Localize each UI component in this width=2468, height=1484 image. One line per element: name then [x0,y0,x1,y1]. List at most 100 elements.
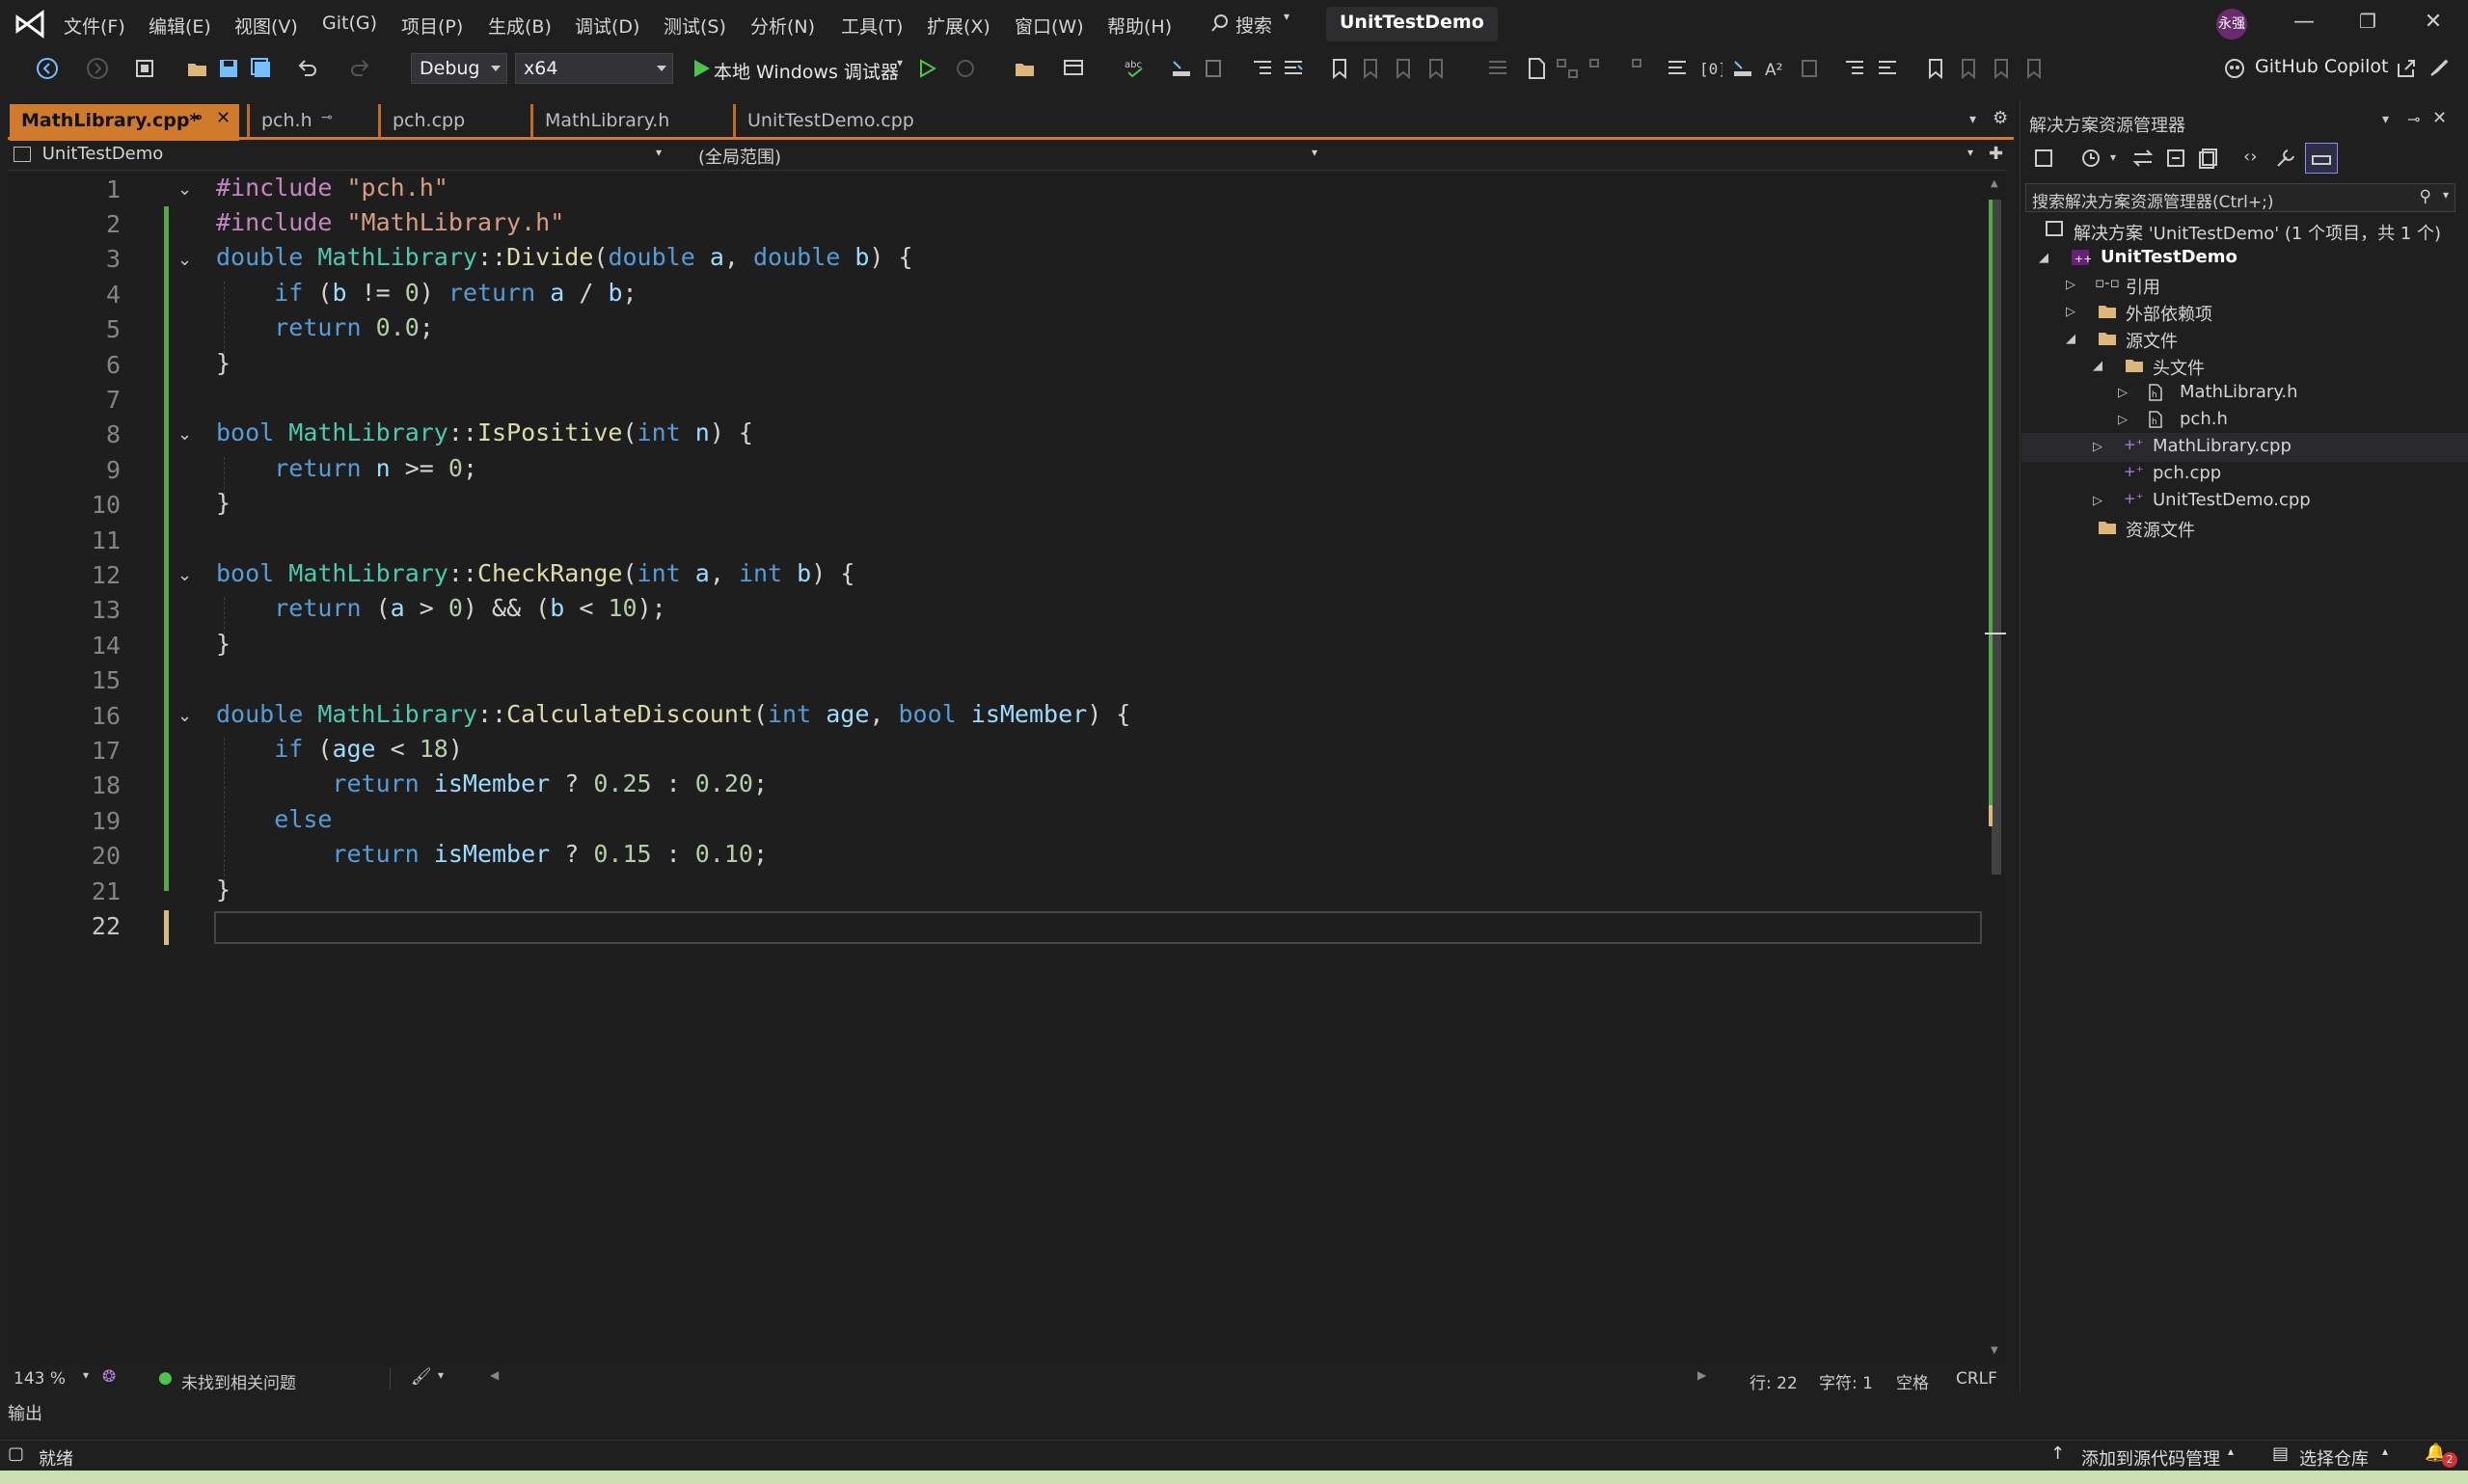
bracket-icon[interactable]: [0] [1697,56,1722,81]
chevron-down-icon[interactable]: ▾ [438,1368,444,1382]
tree-item[interactable]: UnitTestDemo.cpp [2153,490,2311,510]
collapse-icon[interactable]: ◢ [2093,359,2102,373]
solution-folder-icon[interactable] [1013,56,1038,81]
code-line[interactable]: } [216,630,231,658]
copilot-icon[interactable] [2222,56,2247,81]
code-line[interactable]: return isMember ? 0.25 : 0.20; [216,769,768,797]
collapse-icon[interactable]: ⌄ [177,179,197,200]
scroll-right-icon[interactable]: ▶ [1697,1368,1706,1382]
bookmark-clear-alt-icon[interactable] [2021,56,2047,81]
close-icon[interactable]: ✕ [2432,108,2447,128]
outdent-alt-icon[interactable] [1875,56,1900,81]
bookmark-alt-icon[interactable] [1923,56,1948,81]
menu-file[interactable]: 文件(F) [64,13,125,39]
new-project-icon[interactable] [133,56,158,81]
expand-icon[interactable]: ▷ [2118,386,2128,400]
menu-window[interactable]: 窗口(W) [1015,13,1084,39]
save-icon[interactable] [216,56,241,81]
undo-icon[interactable] [295,56,320,81]
chevron-down-icon[interactable]: ▾ [2110,150,2116,164]
diagram-alt-icon[interactable] [1587,56,1613,81]
tree-item[interactable]: 外部依赖项 [2126,301,2212,326]
prev-bookmark-icon[interactable] [1358,56,1383,81]
code-line[interactable]: } [216,489,231,517]
indent-alt-icon[interactable] [1842,56,1867,81]
run-without-debug-icon[interactable] [914,56,939,81]
code-line[interactable]: else [216,805,332,833]
comment-icon[interactable] [1485,56,1510,81]
font-size-icon[interactable]: A² [1763,56,1788,81]
solution-search-input[interactable]: 搜索解决方案资源管理器(Ctrl+;) ⚲ ▾ [2025,183,2455,212]
platform-select[interactable]: x64 [515,53,673,84]
scroll-down-icon[interactable]: ▼ [1991,1345,1998,1356]
chevron-up-icon[interactable]: ▴ [2228,1444,2234,1458]
sync-icon[interactable] [2131,147,2155,170]
chevron-down-icon[interactable]: ▾ [83,1368,89,1382]
code-line[interactable]: } [216,876,231,904]
code-line[interactable]: return 0.0; [216,313,434,341]
tree-item[interactable]: 源文件 [2126,328,2178,353]
next-bookmark-icon[interactable] [1391,56,1416,81]
bookmark-icon[interactable] [1327,56,1352,81]
configuration-select[interactable]: Debug [411,53,507,84]
collapse-icon[interactable]: ⌄ [177,250,197,270]
tab-unittestdemo-cpp[interactable]: UnitTestDemo.cpp [733,104,961,137]
tree-item[interactable]: 头文件 [2153,355,2205,380]
document-icon[interactable] [1524,56,1549,81]
zoom-level[interactable]: 143 % [14,1369,66,1389]
step-over-icon[interactable] [1202,56,1227,81]
code-line[interactable]: #include "pch.h" [216,174,448,202]
tab-list-dropdown-icon[interactable]: ▾ [1969,112,1976,127]
scroll-up-icon[interactable]: ▲ [1991,178,1998,189]
expand-icon[interactable]: ▷ [2093,440,2102,454]
show-all-files-icon[interactable] [2197,147,2220,170]
select-repository-button[interactable]: 选择仓库 [2299,1445,2369,1471]
back-icon[interactable] [35,56,60,81]
format-icon[interactable] [1665,56,1690,81]
hot-reload-icon[interactable] [953,56,978,81]
code-line[interactable]: return (a > 0) && (b < 10); [216,594,665,622]
chevron-down-icon[interactable]: ▾ [897,56,903,69]
history-icon[interactable] [2079,147,2102,170]
diagram-alt2-icon[interactable] [1618,56,1643,81]
collapse-icon[interactable]: ◢ [2066,332,2075,346]
menu-edit[interactable]: 编辑(E) [149,13,211,39]
code-line[interactable]: return n >= 0; [216,454,477,482]
outdent-icon[interactable] [1281,56,1306,81]
collapse-icon[interactable]: ⌄ [177,565,197,585]
collapse-icon[interactable]: ⌄ [177,424,197,445]
whitespace-indicator[interactable]: 空格 [1896,1369,1929,1393]
tab-mathlibrary-h[interactable]: MathLibrary.h [530,104,723,137]
code-line[interactable]: } [216,349,231,377]
view-code-icon[interactable]: ‹› [2243,147,2257,167]
pin-icon[interactable]: ⊸ [191,110,203,125]
expand-icon[interactable]: ▷ [2118,413,2128,427]
pin-icon[interactable]: ⊸ [321,110,333,125]
chevron-down-icon[interactable]: ▾ [2443,188,2449,202]
member-dropdown[interactable]: ▾ [1331,144,1977,169]
bookmark-next-alt-icon[interactable] [1989,56,2014,81]
clear-bookmarks-icon[interactable] [1424,56,1449,81]
output-panel-tab[interactable]: 输出 [8,1400,42,1425]
tree-item[interactable]: 资源文件 [2126,517,2195,542]
tree-item[interactable]: 引用 [2126,274,2160,299]
spell-check-icon[interactable]: abc [1123,56,1148,81]
menu-test[interactable]: 测试(S) [664,13,726,39]
add-to-source-control-button[interactable]: 添加到源代码管理 [2081,1445,2220,1471]
run-icon[interactable] [689,56,714,81]
tab-pch-cpp[interactable]: pch.cpp [378,104,521,137]
close-tab-icon[interactable]: ✕ [216,108,231,128]
step-into-alt-icon[interactable] [1730,56,1755,81]
indent-icon[interactable] [1250,56,1275,81]
layout-icon[interactable] [1061,56,1086,81]
restore-icon[interactable]: ❐ [2353,10,2382,39]
code-line[interactable]: double MathLibrary::CalculateDiscount(in… [216,700,1130,728]
share-icon[interactable] [2394,56,2419,81]
column-indicator[interactable]: 字符: 1 [1819,1369,1873,1393]
code-line[interactable]: #include "MathLibrary.h" [216,208,564,236]
split-editor-icon[interactable]: ✚ [1989,144,2003,164]
menu-analyze[interactable]: 分析(N) [750,13,815,39]
menu-help[interactable]: 帮助(H) [1107,13,1172,39]
code-line[interactable]: double MathLibrary::Divide(double a, dou… [216,243,913,271]
menu-view[interactable]: 视图(V) [234,13,298,39]
